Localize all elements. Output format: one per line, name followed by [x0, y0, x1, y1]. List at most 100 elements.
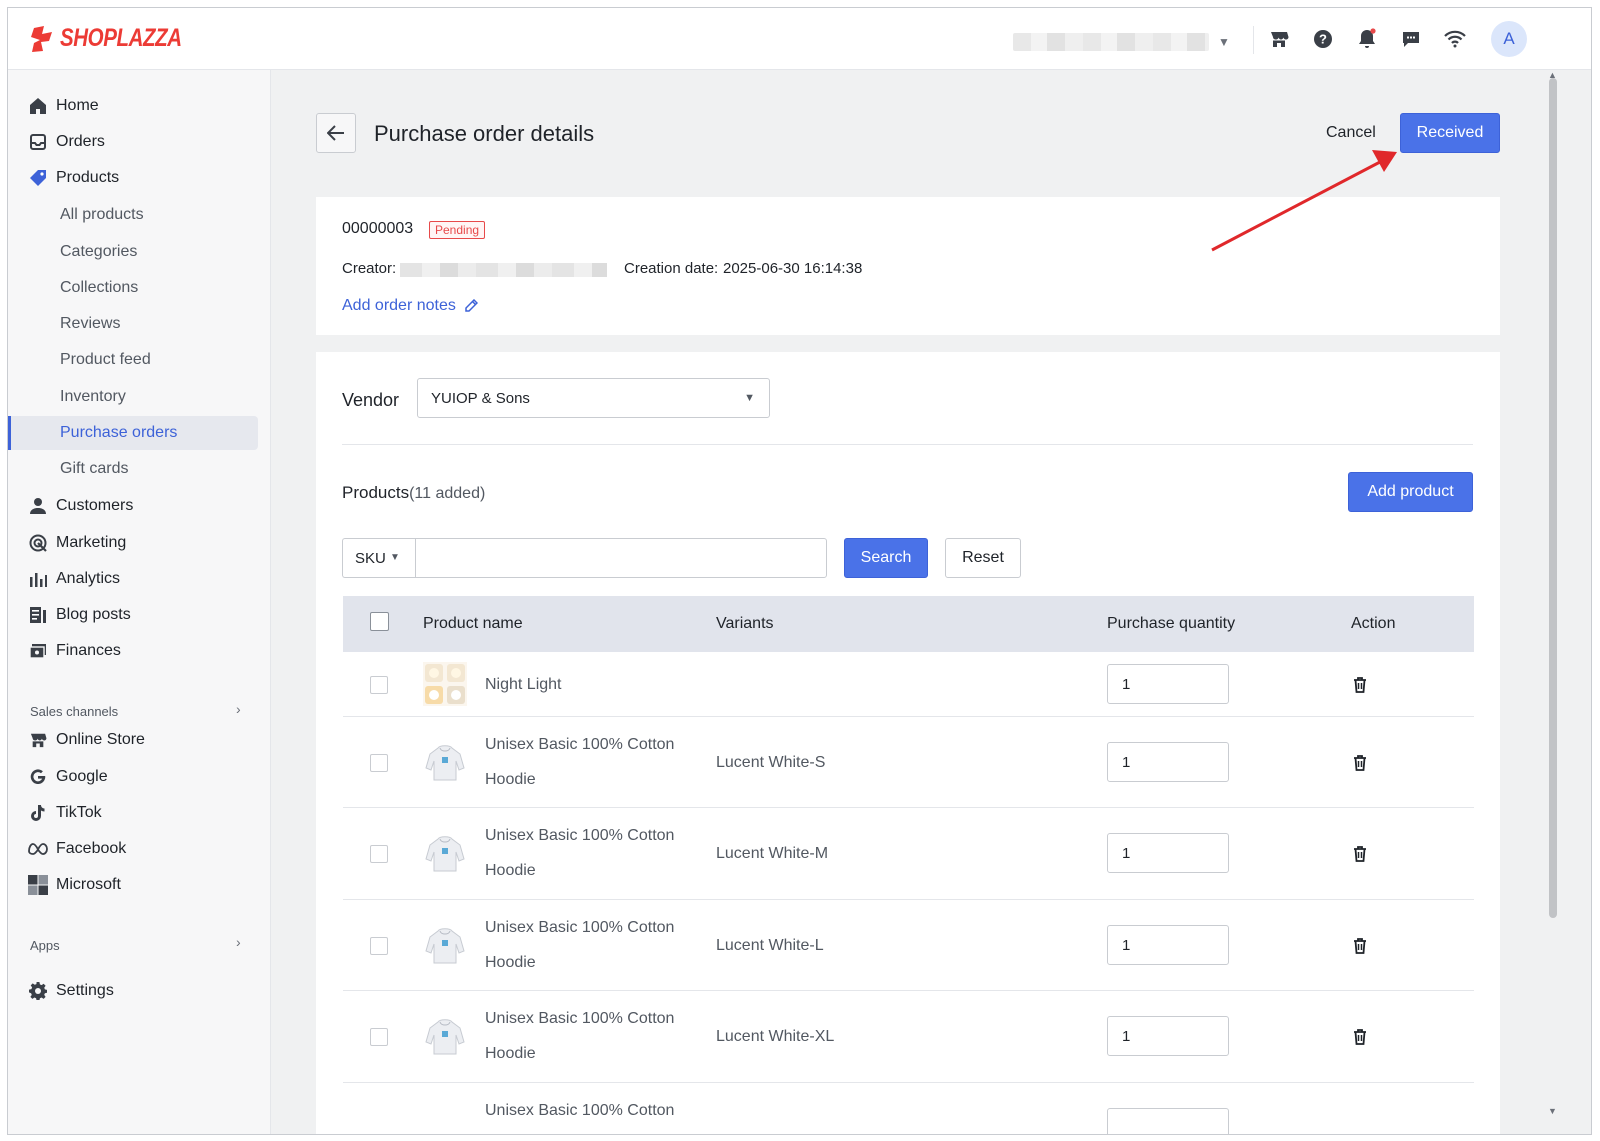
column-header-purchase-quantity: Purchase quantity: [1107, 615, 1236, 632]
reset-button[interactable]: Reset: [945, 538, 1021, 578]
sidebar-item-google[interactable]: Google: [8, 762, 271, 792]
trash-icon[interactable]: [1351, 754, 1369, 772]
row-checkbox[interactable]: [370, 1028, 388, 1046]
row-checkbox[interactable]: [370, 754, 388, 772]
add-order-notes-link[interactable]: Add order notes: [342, 297, 478, 315]
hoodie-thumbnail: [425, 836, 465, 872]
bell-icon[interactable]: [1355, 27, 1379, 51]
select-all-checkbox[interactable]: [370, 612, 389, 631]
sidebar-subitem-collections[interactable]: Collections: [8, 271, 271, 305]
products-count-suffix: added): [431, 485, 486, 502]
sidebar-item-blog-posts[interactable]: Blog posts: [8, 600, 271, 630]
finances-icon: [28, 641, 48, 661]
sidebar-item-online-store[interactable]: Online Store: [8, 725, 271, 755]
sidebar-subitem-product-feed[interactable]: Product feed: [8, 343, 271, 377]
purchase-quantity-input[interactable]: [1107, 925, 1229, 965]
row-checkbox[interactable]: [370, 845, 388, 863]
avatar[interactable]: A: [1491, 21, 1527, 57]
status-badge: Pending: [429, 221, 486, 239]
store-name-redacted[interactable]: [1013, 33, 1209, 51]
page-title: Purchase order details: [374, 121, 595, 146]
products-count: 11: [414, 485, 432, 502]
products-heading: Products(11 added): [342, 483, 485, 503]
order-number: 00000003: [342, 220, 414, 237]
sidebar-subitem-reviews[interactable]: Reviews: [8, 307, 271, 341]
chevron-down-icon[interactable]: ▼: [1218, 35, 1230, 49]
tiktok-icon: [28, 803, 48, 823]
product-name: Unisex Basic 100% Cotton Hoodie: [485, 1010, 675, 1062]
search-button[interactable]: Search: [844, 538, 928, 578]
chat-icon[interactable]: [1399, 27, 1423, 51]
table-row: Night Light: [343, 652, 1474, 717]
store-icon[interactable]: [1267, 27, 1291, 51]
blog-icon: [28, 605, 48, 625]
sidebar-subitem-gift-cards[interactable]: Gift cards: [8, 452, 271, 486]
creator-name-redacted: [400, 263, 607, 277]
purchase-quantity-input[interactable]: [1107, 1108, 1229, 1134]
sidebar-item-analytics[interactable]: Analytics: [8, 564, 271, 594]
help-icon[interactable]: ?: [1311, 27, 1335, 51]
product-variant: Lucent White-L: [716, 937, 824, 954]
trash-icon[interactable]: [1351, 845, 1369, 863]
add-product-button[interactable]: Add product: [1348, 472, 1473, 512]
filter-field-value: SKU: [355, 550, 386, 567]
sidebar-subitem-purchase-orders[interactable]: Purchase orders: [8, 416, 271, 450]
sidebar-item-home[interactable]: Home: [8, 91, 271, 121]
back-button[interactable]: [316, 113, 356, 153]
purchase-quantity-input[interactable]: [1107, 742, 1229, 782]
purchase-quantity-input[interactable]: [1107, 664, 1229, 704]
sidebar-item-settings[interactable]: Settings: [8, 976, 271, 1006]
hoodie-thumbnail: [425, 1019, 465, 1055]
creator-label: Creator:: [342, 260, 397, 277]
sidebar-item-microsoft[interactable]: Microsoft: [8, 870, 271, 900]
sidebar-subitem-all-products[interactable]: All products: [8, 198, 271, 232]
hoodie-thumbnail: [425, 745, 465, 781]
home-icon: [28, 96, 48, 116]
product-name: Unisex Basic 100% Cotton: [485, 1102, 675, 1119]
filter-field-select[interactable]: SKU ▼: [342, 538, 415, 578]
chevron-right-icon[interactable]: ›: [236, 701, 241, 717]
trash-icon[interactable]: [1351, 937, 1369, 955]
sidebar-item-label: Home: [56, 97, 99, 114]
sidebar-item-facebook[interactable]: Facebook: [8, 834, 271, 864]
creation-date-label: Creation date:: [624, 260, 719, 277]
scrollbar-thumb[interactable]: [1549, 78, 1557, 918]
sidebar-item-label: Orders: [56, 133, 105, 150]
products-card: Vendor YUIOP & Sons ▼ Products(11 added)…: [316, 352, 1500, 1134]
sidebar-item-finances[interactable]: Finances: [8, 636, 271, 666]
product-name: Unisex Basic 100% Cotton Hoodie: [485, 736, 675, 788]
sidebar-item-marketing[interactable]: Marketing: [8, 528, 271, 558]
sidebar-subitem-label: Product feed: [60, 351, 151, 368]
shoplazza-logo[interactable]: SHOPLAZZA: [30, 24, 208, 53]
sidebar-subitem-categories[interactable]: Categories: [8, 235, 271, 269]
chevron-right-icon[interactable]: ›: [236, 934, 241, 950]
caret-down-icon: ▼: [390, 552, 400, 563]
gear-icon: [28, 981, 48, 1001]
sidebar-item-products[interactable]: Products: [8, 163, 271, 193]
vendor-select[interactable]: YUIOP & Sons ▼: [417, 378, 770, 418]
sidebar-item-customers[interactable]: Customers: [8, 491, 271, 521]
row-checkbox[interactable]: [370, 937, 388, 955]
column-header-action: Action: [1351, 615, 1396, 632]
sidebar-item-tiktok[interactable]: TikTok: [8, 798, 271, 828]
night-light-thumbnail: [423, 662, 467, 706]
wifi-icon[interactable]: [1443, 27, 1467, 51]
purchase-quantity-input[interactable]: [1107, 833, 1229, 873]
search-input[interactable]: [415, 538, 827, 578]
trash-icon[interactable]: [1351, 1028, 1369, 1046]
store-icon: [28, 730, 48, 750]
active-indicator: [8, 416, 11, 450]
pencil-icon: [465, 299, 478, 312]
sidebar-subitem-inventory[interactable]: Inventory: [8, 380, 271, 414]
sidebar-item-label: Microsoft: [56, 876, 121, 893]
table-header: Product name Variants Purchase quantity …: [343, 596, 1474, 652]
cancel-button[interactable]: Cancel: [1308, 113, 1394, 153]
received-button[interactable]: Received: [1400, 113, 1500, 153]
meta-icon: [28, 839, 48, 859]
scroll-down-arrow[interactable]: ▼: [1548, 1106, 1557, 1116]
row-checkbox[interactable]: [370, 676, 388, 694]
purchase-quantity-input[interactable]: [1107, 1016, 1229, 1056]
products-heading-label: Products: [342, 483, 410, 502]
sidebar-item-orders[interactable]: Orders: [8, 127, 271, 157]
trash-icon[interactable]: [1351, 676, 1369, 694]
